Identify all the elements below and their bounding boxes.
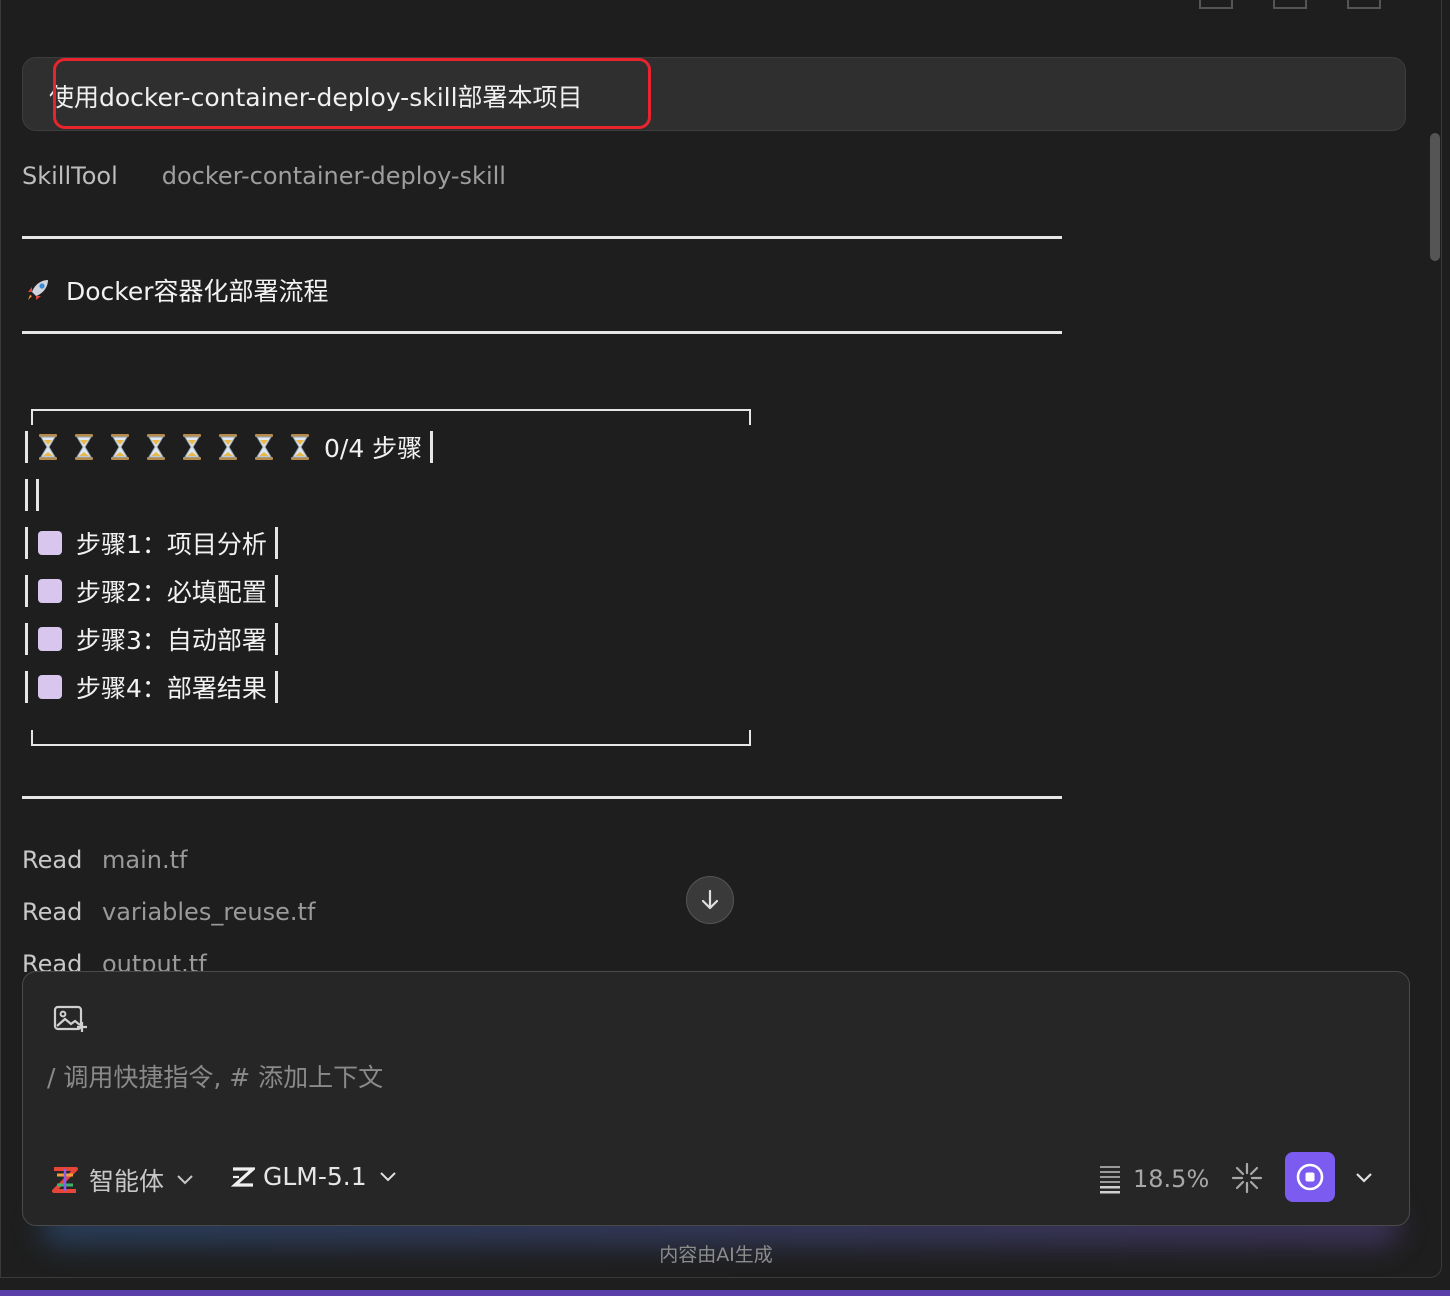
scrollbar-thumb[interactable]: [1430, 133, 1440, 261]
read-file: main.tf: [102, 846, 188, 874]
agent-logo-icon: [52, 1167, 78, 1193]
read-file: variables_reuse.tf: [102, 898, 316, 926]
read-label: Read: [22, 846, 83, 874]
read-item[interactable]: Read variables_reuse.tf: [22, 898, 315, 926]
checkbox-icon: [38, 531, 62, 555]
agent-label: 智能体: [89, 1167, 165, 1196]
context-usage-value: 18.5%: [1133, 1165, 1210, 1193]
hourglass-icon: [255, 434, 273, 460]
composer: / 调用快捷指令, # 添加上下文 智能体 GLM-5.1 18.5%: [22, 971, 1410, 1226]
bottom-accent-strip: [0, 1290, 1450, 1296]
rocket-icon: [28, 280, 48, 300]
highlight-annotation: [53, 58, 651, 129]
add-image-icon[interactable]: [53, 1004, 87, 1034]
scroll-to-bottom-button[interactable]: [686, 876, 734, 924]
hourglass-icon: [75, 434, 93, 460]
box-top-border: [31, 409, 751, 425]
tray-icon[interactable]: [1347, 0, 1381, 9]
hourglass-row: [36, 433, 324, 461]
checkbox-icon: [38, 675, 62, 699]
hourglass-icon: [147, 434, 165, 460]
hourglass-icon: [111, 434, 129, 460]
chevron-down-icon: [379, 1171, 396, 1181]
box-edge: [274, 623, 278, 655]
model-label: GLM-5.1: [263, 1162, 367, 1191]
step-item: 步骤1：项目分析: [25, 525, 278, 561]
checkbox-icon: [38, 579, 62, 603]
tool-arg: docker-container-deploy-skill: [161, 162, 506, 190]
sparkle-icon[interactable]: [1231, 1162, 1263, 1194]
box-edge: [274, 575, 278, 607]
heading-text: Docker容器化部署流程: [66, 277, 329, 306]
step-label: 步骤2：必填配置: [76, 578, 267, 607]
step-item: 步骤3：自动部署: [25, 621, 278, 657]
step-label: 步骤4：部署结果: [76, 674, 267, 703]
prompt-input[interactable]: / 调用快捷指令, # 添加上下文: [47, 1058, 383, 1094]
hourglass-icon: [291, 434, 309, 460]
box-edge: [25, 671, 28, 703]
checkbox-icon: [38, 627, 62, 651]
read-label: Read: [22, 898, 83, 926]
stop-generation-button[interactable]: [1285, 1152, 1335, 1202]
model-selector[interactable]: GLM-5.1: [231, 1162, 397, 1191]
box-edge: [25, 623, 28, 655]
chevron-down-icon[interactable]: [1355, 1172, 1373, 1184]
agent-selector[interactable]: 智能体: [51, 1162, 194, 1198]
arrow-down-icon: [701, 889, 719, 910]
progress-summary: 0/4 步骤: [324, 434, 423, 463]
box-edge: [25, 527, 28, 559]
progress-summary-line: 0/4 步骤: [25, 429, 434, 465]
box-edge: [25, 479, 28, 511]
box-edge: [36, 479, 39, 511]
step-label: 步骤1：项目分析: [76, 530, 267, 559]
hourglass-icon: [219, 434, 237, 460]
divider: [22, 796, 1062, 799]
box-edge: [274, 527, 278, 559]
pin-icon[interactable]: [1273, 0, 1307, 9]
read-item[interactable]: Read main.tf: [22, 846, 187, 874]
hourglass-icon: [39, 434, 57, 460]
section-heading: Docker容器化部署流程: [24, 272, 329, 308]
divider: [22, 236, 1062, 239]
box-edge: [25, 431, 28, 463]
step-item: 步骤4：部署结果: [25, 669, 278, 705]
chevron-down-icon: [177, 1175, 193, 1185]
step-item: 步骤2：必填配置: [25, 573, 278, 609]
progress-box: 0/4 步骤 步骤1：项目分析 步骤2：必填配置 步骤3：自动部署 步骤4：部署…: [25, 409, 751, 746]
layout-icon[interactable]: [1199, 0, 1233, 9]
step-label: 步骤3：自动部署: [76, 626, 267, 655]
tool-name: SkillTool: [22, 162, 118, 190]
zhipu-logo-icon: [231, 1166, 255, 1187]
box-edge: [25, 575, 28, 607]
context-usage[interactable]: 18.5%: [1099, 1164, 1209, 1194]
box-bottom-border: [31, 730, 751, 746]
stop-icon: [1296, 1163, 1324, 1191]
tool-call[interactable]: SkillTool docker-container-deploy-skill: [22, 162, 506, 190]
hourglass-icon: [183, 434, 201, 460]
spacer-line: [25, 477, 47, 513]
ai-disclaimer: 内容由AI生成: [659, 1244, 773, 1266]
box-edge: [274, 671, 278, 703]
divider: [22, 331, 1062, 334]
context-stack-icon: [1100, 1166, 1120, 1194]
top-toolbar: [1199, 0, 1381, 9]
box-edge: [430, 431, 434, 463]
